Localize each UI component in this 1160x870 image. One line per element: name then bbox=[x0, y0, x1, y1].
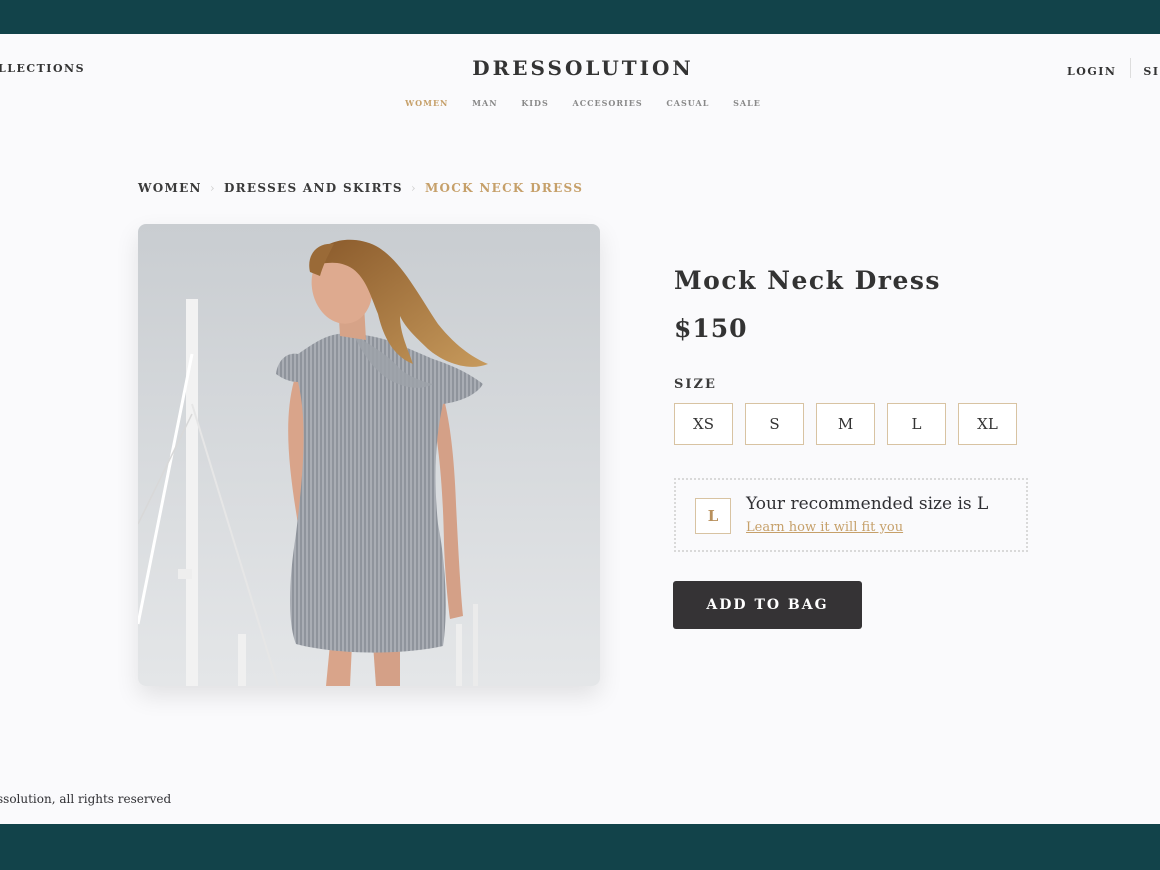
account-nav: LOGIN SIG bbox=[1067, 58, 1160, 82]
recommendation-text: Your recommended size is L bbox=[746, 494, 989, 514]
size-option-l[interactable]: L bbox=[887, 403, 946, 445]
size-option-xl[interactable]: XL bbox=[958, 403, 1017, 445]
login-link[interactable]: LOGIN bbox=[1067, 65, 1116, 78]
breadcrumb-separator: › bbox=[410, 181, 417, 195]
breadcrumb-item-current: MOCK NECK DRESS bbox=[424, 181, 584, 195]
size-label: SIZE bbox=[674, 377, 717, 392]
category-nav: WOMEN MAN KIDS ACCESORIES CASUAL SALE bbox=[0, 98, 1160, 108]
category-sale[interactable]: SALE bbox=[733, 98, 761, 108]
brand-logo[interactable]: DRESSOLUTION bbox=[0, 56, 1160, 80]
category-man[interactable]: MAN bbox=[472, 98, 497, 108]
product-page: LLECTIONS DRESSOLUTION LOGINSIG WOMEN MA… bbox=[0, 34, 1160, 824]
product-image[interactable] bbox=[138, 224, 600, 686]
product-photo bbox=[138, 224, 600, 686]
breadcrumb-separator: › bbox=[209, 181, 216, 195]
recommended-size-badge: L bbox=[695, 498, 731, 534]
category-accesories[interactable]: ACCESORIES bbox=[573, 98, 643, 108]
size-recommendation: L Your recommended size is L Learn how i… bbox=[674, 478, 1028, 552]
signup-link[interactable]: SIG bbox=[1143, 65, 1160, 78]
breadcrumb-item-dresses[interactable]: DRESSES AND SKIRTS bbox=[224, 181, 403, 195]
size-option-xs[interactable]: XS bbox=[674, 403, 733, 445]
size-selector: XS S M L XL bbox=[674, 403, 1017, 445]
breadcrumb: WOMEN › DRESSES AND SKIRTS › MOCK NECK DRESS bbox=[138, 181, 583, 195]
breadcrumb-item-women[interactable]: WOMEN bbox=[138, 181, 202, 195]
add-to-bag-button[interactable]: ADD TO BAG bbox=[673, 581, 862, 629]
product-price: $150 bbox=[674, 314, 748, 343]
size-option-m[interactable]: M bbox=[816, 403, 875, 445]
size-option-s[interactable]: S bbox=[745, 403, 804, 445]
category-kids[interactable]: KIDS bbox=[521, 98, 548, 108]
product-title: Mock Neck Dress bbox=[674, 266, 942, 295]
nav-divider bbox=[1130, 58, 1132, 78]
fit-info-link[interactable]: Learn how it will fit you bbox=[746, 520, 903, 535]
category-women[interactable]: WOMEN bbox=[405, 98, 448, 108]
category-casual[interactable]: CASUAL bbox=[666, 98, 709, 108]
footer-copyright: ssolution, all rights reserved bbox=[0, 792, 172, 806]
